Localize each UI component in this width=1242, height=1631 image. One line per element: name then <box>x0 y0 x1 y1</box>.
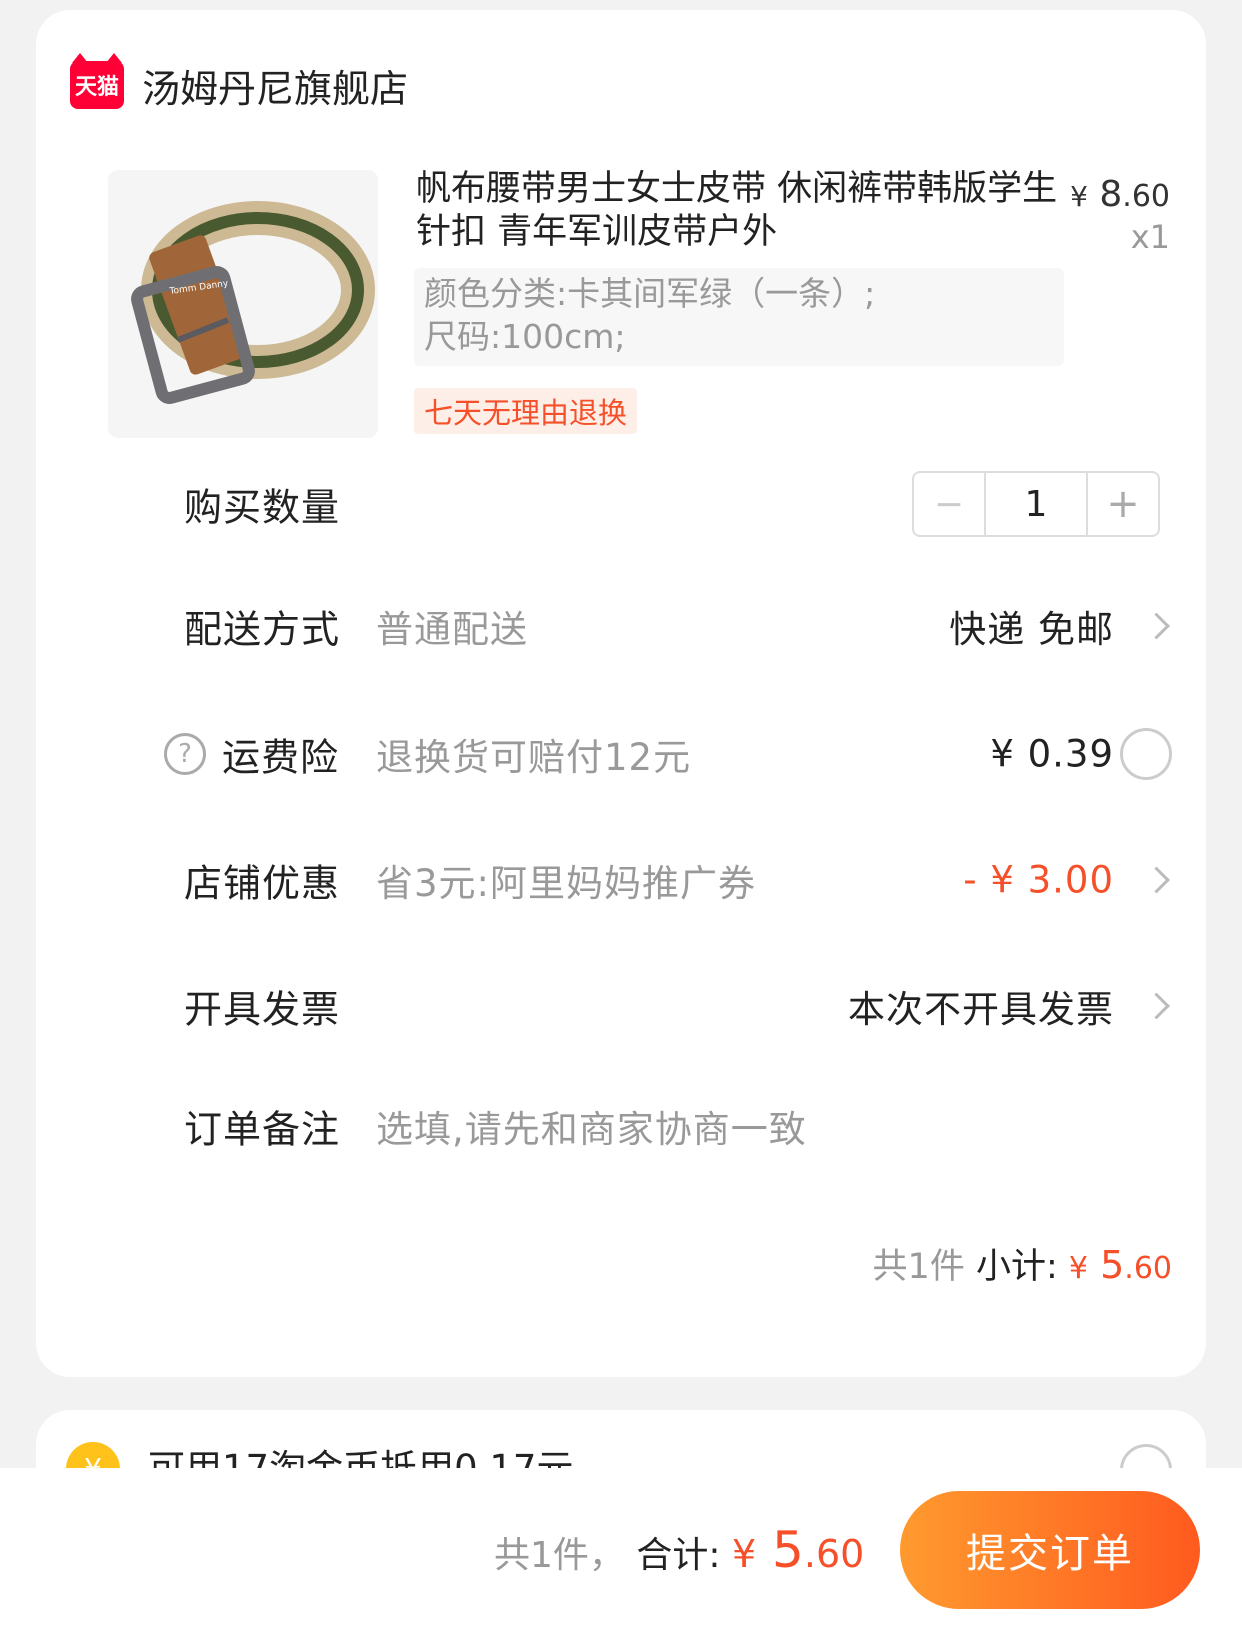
quantity-row: 购买数量 − 1 + <box>36 464 1206 544</box>
note-row: 订单备注 选填,请先和商家协商一致 <box>36 1086 1206 1166</box>
decrease-button[interactable]: − <box>914 473 986 535</box>
subtotal-int: 5 <box>1100 1243 1125 1287</box>
insurance-desc: 退换货可赔付12元 <box>376 736 692 779</box>
discount-value: - ¥ 3.00 <box>963 858 1114 902</box>
invoice-row[interactable]: 开具发票 本次不开具发票 <box>36 966 1206 1046</box>
delivery-value: 快递 免邮 <box>949 608 1114 651</box>
total-count: 共1件， <box>494 1534 625 1576</box>
product-image[interactable]: Tomm Danny <box>108 170 378 438</box>
belt-image: Tomm Danny <box>131 201 375 404</box>
tmall-logo: 天猫 <box>70 53 124 109</box>
price-symbol: ¥ <box>1070 180 1088 213</box>
quantity-stepper: − 1 + <box>912 471 1160 537</box>
sku-color: 颜色分类:卡其间军绿（一条）; <box>424 274 876 313</box>
delivery-label: 配送方式 <box>184 607 341 652</box>
insurance-price: ¥ 0.39 <box>990 732 1114 776</box>
price-decimal: .60 <box>1122 179 1170 214</box>
quantity-label: 购买数量 <box>184 485 341 530</box>
product-quantity: x1 <box>1130 218 1170 256</box>
insurance-row: ? 运费险 退换货可赔付12元 ¥ 0.39 <box>36 714 1206 794</box>
chevron-right-icon <box>1143 992 1170 1020</box>
discount-desc: 省3元:阿里妈妈推广券 <box>376 862 757 905</box>
quantity-input[interactable]: 1 <box>986 473 1086 535</box>
total-label: 合计: <box>636 1534 721 1576</box>
invoice-value: 本次不开具发票 <box>848 988 1114 1031</box>
note-label: 订单备注 <box>184 1107 341 1152</box>
total-dec: .60 <box>803 1531 865 1576</box>
service-badge: 七天无理由退换 <box>414 388 638 434</box>
insurance-radio[interactable] <box>1120 728 1172 780</box>
help-icon[interactable]: ? <box>164 733 206 775</box>
discount-row[interactable]: 店铺优惠 省3元:阿里妈妈推广券 - ¥ 3.00 <box>36 840 1206 920</box>
subtotal: 共1件 小计: ¥ 5.60 <box>873 1238 1172 1289</box>
total-int: 5 <box>772 1520 804 1579</box>
subtotal-label: 小计: <box>975 1247 1058 1287</box>
subtotal-amount: ¥ 5.60 <box>1069 1243 1172 1287</box>
product-title[interactable]: 帆布腰带男士女士皮带 休闲裤带韩版学生针扣 青年军训皮带户外 <box>416 168 1066 254</box>
submit-order-button[interactable]: 提交订单 <box>900 1491 1200 1609</box>
order-total: 共1件， 合计: ¥ 5.60 <box>494 1521 864 1579</box>
invoice-label: 开具发票 <box>184 987 341 1032</box>
discount-label: 店铺优惠 <box>184 861 341 906</box>
total-amount: ¥ 5.60 <box>732 1521 864 1579</box>
note-input[interactable]: 选填,请先和商家协商一致 <box>376 1099 807 1153</box>
chevron-right-icon <box>1143 866 1170 894</box>
checkout-bar: 共1件， 合计: ¥ 5.60 提交订单 <box>0 1468 1242 1631</box>
order-card: 天猫 汤姆丹尼旗舰店 Tomm Danny 帆布腰带男士女士皮带 休闲裤带韩版学… <box>36 10 1206 1377</box>
store-name[interactable]: 汤姆丹尼旗舰店 <box>142 58 408 113</box>
subtotal-count: 共1件 <box>872 1247 965 1287</box>
subtotal-dec: .60 <box>1124 1251 1172 1286</box>
price-integer: 8 <box>1099 174 1123 215</box>
increase-button[interactable]: + <box>1086 473 1158 535</box>
product-price: ¥ 8.60 <box>1070 174 1170 215</box>
total-symbol: ¥ <box>731 1531 757 1576</box>
sku-size: 尺码:100cm; <box>424 317 626 356</box>
delivery-method: 普通配送 <box>376 608 528 651</box>
delivery-row[interactable]: 配送方式 普通配送 快递 免邮 <box>36 586 1206 666</box>
insurance-label: 运费险 <box>222 735 340 780</box>
subtotal-symbol: ¥ <box>1068 1251 1088 1286</box>
sku-info: 颜色分类:卡其间军绿（一条）; 尺码:100cm; <box>414 268 1064 366</box>
chevron-right-icon <box>1143 612 1170 640</box>
store-header[interactable]: 天猫 汤姆丹尼旗舰店 <box>70 50 408 120</box>
